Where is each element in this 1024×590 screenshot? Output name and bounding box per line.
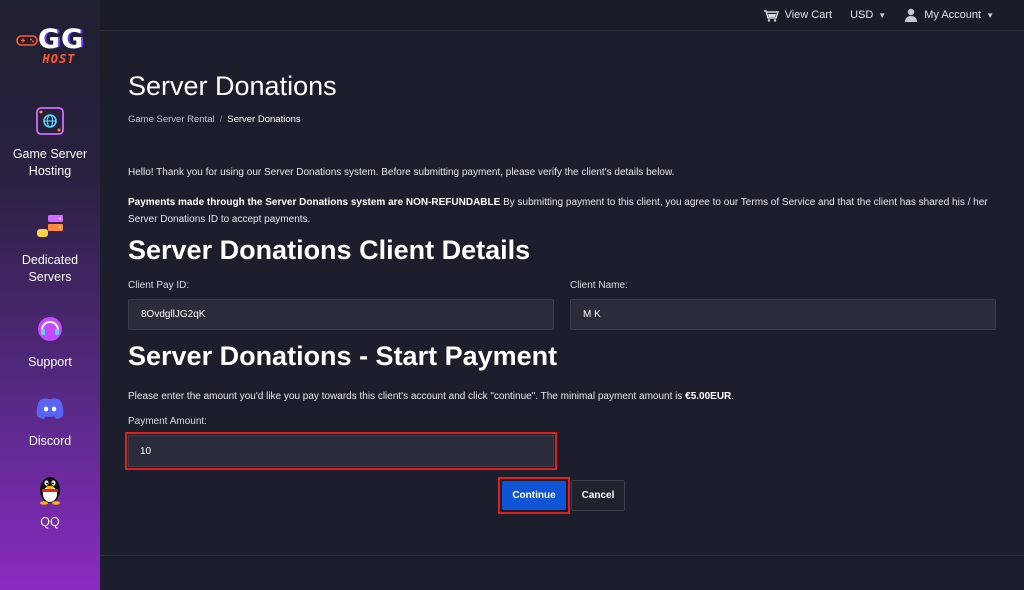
discord-icon: [33, 391, 67, 425]
refund-notice-bold: Payments made through the Server Donatio…: [128, 197, 501, 208]
client-pay-id-group: Client Pay ID: 8OvdgllJG2qK: [128, 280, 554, 330]
sidebar-label-discord: Discord: [28, 434, 72, 448]
currency-label: USD: [850, 9, 874, 21]
payment-amount-input[interactable]: 10: [128, 435, 554, 467]
chevron-down-icon: ▼: [986, 10, 994, 20]
refund-notice: Payments made through the Server Donatio…: [128, 194, 996, 228]
game-server-icon: [33, 104, 67, 138]
account-label: My Account: [924, 9, 982, 21]
support-headset-icon: [33, 312, 67, 346]
account-dropdown[interactable]: My Account ▼: [904, 8, 994, 22]
payment-instructions-text: Please enter the amount you'd like you p…: [128, 391, 686, 402]
payment-instructions-end: .: [731, 391, 735, 402]
breadcrumb-current: Server Donations: [227, 114, 301, 125]
payment-amount-label: Payment Amount:: [128, 416, 207, 427]
intro-text: Hello! Thank you for using our Server Do…: [128, 167, 675, 178]
logo-letters: GG: [37, 24, 85, 55]
sidebar: GG HOST Game Server Hosting Dedicated Se…: [0, 0, 100, 590]
client-pay-id-field[interactable]: 8OvdgllJG2qK: [128, 299, 554, 330]
continue-button-highlight: Continue: [498, 477, 570, 514]
client-details-fields: Client Pay ID: 8OvdgllJG2qK Client Name:…: [128, 280, 996, 330]
main-content: Server Donations Game Server Rental / Serv…: [125, 31, 996, 514]
continue-button[interactable]: Continue: [502, 481, 566, 510]
minimum-amount: €5.00EUR: [685, 391, 732, 402]
sidebar-item-dedicated-servers[interactable]: Dedicated Servers: [15, 210, 85, 286]
sidebar-item-game-server-hosting[interactable]: Game Server Hosting: [7, 104, 93, 180]
sidebar-item-support[interactable]: Support: [28, 312, 72, 371]
payment-instructions: Please enter the amount you'd like you p…: [128, 391, 996, 402]
breadcrumb: Game Server Rental / Server Donations: [128, 114, 996, 125]
client-name-label: Client Name:: [570, 280, 628, 291]
dedicated-server-icon: [33, 210, 67, 244]
top-navbar: View Cart USD ▼ My Account ▼: [100, 0, 1024, 31]
start-payment-heading: Server Donations - Start Payment: [128, 341, 558, 371]
sidebar-item-qq[interactable]: QQ: [33, 472, 67, 531]
client-name-field[interactable]: M K: [570, 299, 996, 330]
sidebar-item-discord[interactable]: Discord: [29, 391, 71, 450]
cart-icon: [763, 9, 779, 22]
gamepad-logo-icon: [16, 35, 38, 46]
client-details-heading: Server Donations Client Details: [128, 235, 531, 265]
sidebar-label-game-server-hosting: Game Server Hosting: [12, 147, 88, 178]
sidebar-label-qq: QQ: [40, 515, 60, 529]
qq-penguin-icon: [33, 472, 67, 506]
sidebar-label-dedicated-servers: Dedicated Servers: [21, 253, 79, 284]
footer-divider: [100, 555, 1024, 556]
page-title: Server Donations: [128, 71, 337, 101]
form-actions: Continue Cancel: [498, 477, 625, 514]
client-name-group: Client Name: M K: [570, 280, 996, 330]
cancel-button[interactable]: Cancel: [571, 480, 625, 511]
user-icon: [905, 8, 918, 22]
breadcrumb-link-game-server-rental[interactable]: Game Server Rental: [128, 114, 215, 125]
site-logo[interactable]: GG HOST: [16, 26, 84, 66]
sidebar-label-support: Support: [28, 355, 72, 369]
view-cart-label: View Cart: [784, 9, 833, 21]
client-pay-id-label: Client Pay ID:: [128, 280, 190, 291]
currency-dropdown[interactable]: USD ▼: [850, 9, 886, 21]
chevron-down-icon: ▼: [878, 10, 887, 20]
logo-host-text: HOST: [42, 52, 76, 66]
breadcrumb-separator: /: [219, 114, 223, 125]
view-cart-link[interactable]: View Cart: [763, 9, 832, 22]
payment-amount-highlight: 10: [125, 432, 557, 470]
